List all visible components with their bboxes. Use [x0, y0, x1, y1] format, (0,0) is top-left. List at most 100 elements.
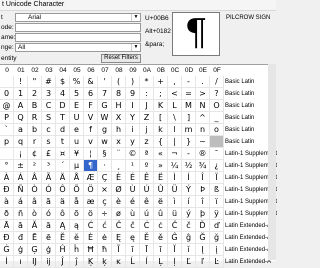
character-cell[interactable]: V	[84, 112, 98, 124]
character-cell[interactable]: Ĝ	[168, 232, 182, 244]
character-cell[interactable]: F	[84, 100, 98, 112]
character-cell[interactable]: j	[140, 124, 154, 136]
vertical-scrollbar[interactable]	[268, 64, 276, 260]
character-cell[interactable]: ®	[196, 148, 210, 160]
character-cell[interactable]: ;	[154, 88, 168, 100]
character-cell[interactable]: ė	[98, 232, 112, 244]
character-cell[interactable]: đ	[14, 232, 28, 244]
character-cell[interactable]: `	[0, 124, 14, 136]
character-cell[interactable]: İ	[0, 256, 14, 268]
character-cell[interactable]: Ï	[210, 172, 224, 184]
character-cell[interactable]: z	[140, 136, 154, 148]
character-cell[interactable]: ó	[42, 208, 56, 220]
character-cell[interactable]: i	[126, 124, 140, 136]
character-cell[interactable]: a	[14, 124, 28, 136]
character-cell[interactable]: 0	[0, 88, 14, 100]
character-cell[interactable]: n	[196, 124, 210, 136]
character-cell[interactable]: ð	[0, 208, 14, 220]
character-cell[interactable]: }	[182, 136, 196, 148]
character-cell[interactable]: Y	[126, 112, 140, 124]
character-cell[interactable]: "	[28, 76, 42, 88]
character-cell[interactable]: ã	[42, 196, 56, 208]
character-cell[interactable]: Ĳ	[28, 256, 42, 268]
chevron-down-icon[interactable]: ▼	[131, 44, 140, 51]
character-cell[interactable]: |	[168, 136, 182, 148]
character-cell[interactable]: -	[182, 76, 196, 88]
character-cell[interactable]: ā	[14, 220, 28, 232]
character-cell[interactable]: ¡	[14, 148, 28, 160]
character-cell[interactable]: ç	[98, 196, 112, 208]
character-cell[interactable]: ©	[126, 148, 140, 160]
character-cell[interactable]: ¿	[210, 160, 224, 172]
character-cell[interactable]: x	[112, 136, 126, 148]
character-cell[interactable]: d	[56, 124, 70, 136]
character-cell[interactable]: ¦	[84, 148, 98, 160]
character-cell[interactable]: ĳ	[42, 256, 56, 268]
character-cell[interactable]: Ü	[168, 184, 182, 196]
character-cell[interactable]: ê	[140, 196, 154, 208]
character-cell[interactable]: Ĵ	[56, 256, 70, 268]
character-cell[interactable]: ?	[210, 88, 224, 100]
character-cell[interactable]: Ľ	[182, 256, 196, 268]
character-cell[interactable]: ě	[154, 232, 168, 244]
character-cell[interactable]: Ë	[154, 172, 168, 184]
character-cell[interactable]: ¹	[126, 160, 140, 172]
character-cell[interactable]: ²	[28, 160, 42, 172]
character-cell[interactable]: û	[154, 208, 168, 220]
character-cell[interactable]: 6	[84, 88, 98, 100]
character-cell[interactable]: )	[126, 76, 140, 88]
character-cell[interactable]: '	[98, 76, 112, 88]
chevron-down-icon[interactable]: ▼	[131, 14, 140, 21]
character-cell[interactable]: N	[196, 100, 210, 112]
character-cell[interactable]: §	[98, 148, 112, 160]
character-cell[interactable]: 7	[98, 88, 112, 100]
character-cell[interactable]: Í	[182, 172, 196, 184]
character-cell[interactable]: K	[154, 100, 168, 112]
character-cell[interactable]: *	[140, 76, 154, 88]
character-cell[interactable]: H	[112, 100, 126, 112]
character-cell[interactable]: A	[14, 100, 28, 112]
character-cell[interactable]: ¾	[196, 160, 210, 172]
character-cell[interactable]: ë	[154, 196, 168, 208]
character-cell[interactable]: ×	[98, 184, 112, 196]
character-cell[interactable]: Ç	[98, 172, 112, 184]
character-cell[interactable]: Â	[28, 172, 42, 184]
character-cell[interactable]: ì	[168, 196, 182, 208]
character-cell[interactable]: Ó	[42, 184, 56, 196]
character-cell[interactable]: »	[154, 160, 168, 172]
character-cell[interactable]: ú	[140, 208, 154, 220]
character-cell[interactable]: ă	[42, 220, 56, 232]
character-cell[interactable]: h	[112, 124, 126, 136]
character-cell[interactable]: ÿ	[210, 208, 224, 220]
character-cell[interactable]: =	[182, 88, 196, 100]
character-cell[interactable]: À	[0, 172, 14, 184]
character-cell[interactable]: Ę	[112, 232, 126, 244]
character-cell[interactable]: #	[42, 76, 56, 88]
character-cell[interactable]: é	[126, 196, 140, 208]
character-cell[interactable]: õ	[70, 208, 84, 220]
character-cell[interactable]: ½	[182, 160, 196, 172]
character-cell[interactable]	[0, 76, 14, 88]
code-input[interactable]	[15, 23, 141, 32]
character-cell[interactable]: <	[168, 88, 182, 100]
character-cell[interactable]: Ý	[182, 184, 196, 196]
character-cell[interactable]: c	[42, 124, 56, 136]
character-cell[interactable]: ü	[168, 208, 182, 220]
character-cell[interactable]: î	[196, 196, 210, 208]
character-cell[interactable]: I	[126, 100, 140, 112]
character-cell[interactable]: ¬	[168, 148, 182, 160]
character-cell[interactable]: ¼	[168, 160, 182, 172]
character-cell[interactable]: į	[210, 244, 224, 256]
character-cell[interactable]: Ð	[0, 184, 14, 196]
character-cell[interactable]: Û	[154, 184, 168, 196]
character-cell[interactable]: Ô	[56, 184, 70, 196]
character-cell[interactable]: /	[210, 76, 224, 88]
character-cell[interactable]: ı	[14, 256, 28, 268]
character-cell[interactable]: ĉ	[126, 220, 140, 232]
character-cell[interactable]: 3	[42, 88, 56, 100]
character-cell[interactable]: S	[42, 112, 56, 124]
character-cell[interactable]: E	[70, 100, 84, 112]
character-cell[interactable]: Ĕ	[56, 232, 70, 244]
character-cell[interactable]: ¨	[112, 148, 126, 160]
character-cell[interactable]: e	[70, 124, 84, 136]
